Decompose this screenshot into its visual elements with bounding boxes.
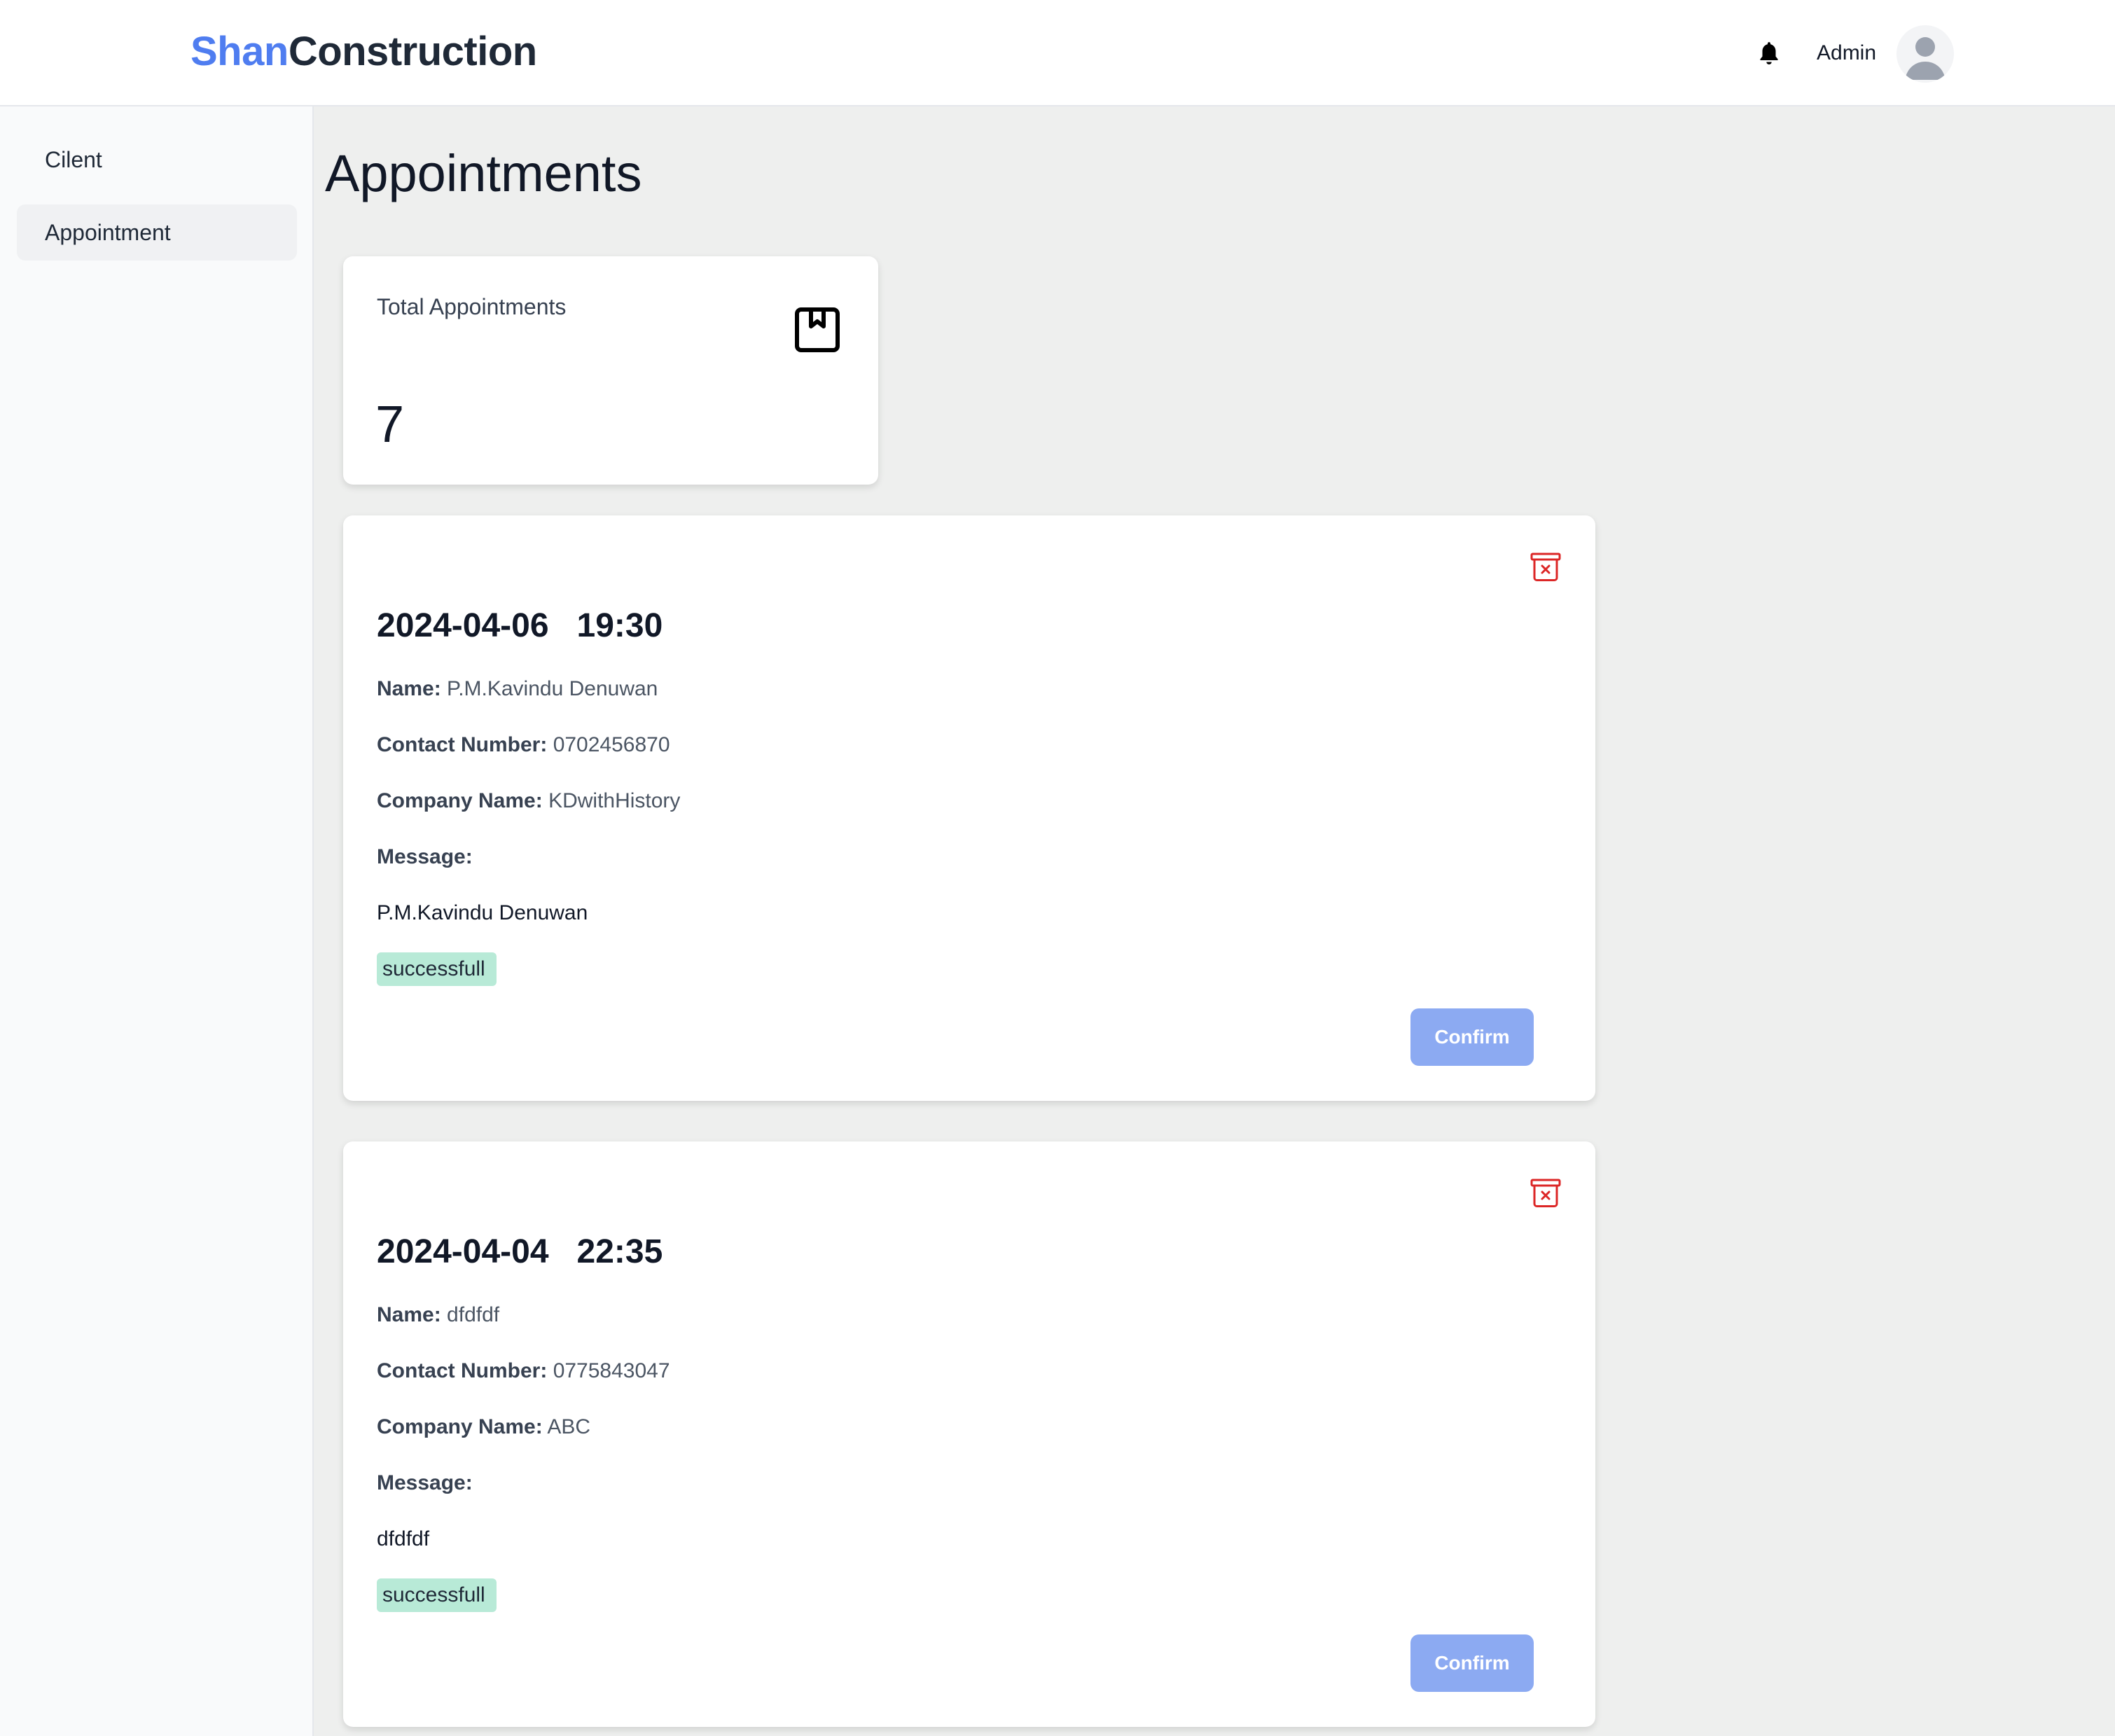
- appointment-name: Name: P.M.Kavindu Denuwan: [377, 672, 658, 706]
- appointment-contact: Contact Number: 0702456870: [377, 728, 670, 762]
- name-value: P.M.Kavindu Denuwan: [447, 677, 658, 700]
- bell-icon[interactable]: [1755, 39, 1783, 67]
- name-value: dfdfdf: [447, 1303, 500, 1326]
- company-label: Company Name:: [377, 1415, 543, 1438]
- company-label: Company Name:: [377, 789, 543, 812]
- sidebar: Cilent Appointment: [0, 106, 314, 1736]
- name-label: Name:: [377, 677, 441, 700]
- appointment-message-heading: Message:: [377, 840, 473, 874]
- user-avatar-icon[interactable]: [1896, 25, 1954, 83]
- company-value: ABC: [547, 1415, 591, 1438]
- status-badge: successfull: [377, 1578, 497, 1612]
- appointment-datetime: 2024-04-06 19:30: [377, 607, 663, 644]
- appointment-company: Company Name: KDwithHistory: [377, 784, 680, 818]
- status-badge: successfull: [377, 952, 497, 986]
- user-name-label[interactable]: Admin: [1817, 38, 1876, 69]
- contact-value: 0702456870: [553, 733, 670, 756]
- delete-icon[interactable]: [1528, 549, 1563, 584]
- brand-primary: Shan: [190, 29, 289, 74]
- message-label: Message:: [377, 1471, 473, 1494]
- appointment-name: Name: dfdfdf: [377, 1298, 499, 1332]
- sidebar-item-client[interactable]: Cilent: [17, 132, 297, 188]
- stat-label: Total Appointments: [377, 294, 567, 319]
- contact-label: Contact Number:: [377, 733, 548, 756]
- appointment-card: 2024-04-06 19:30 Name: P.M.Kavindu Denuw…: [343, 515, 1595, 1101]
- total-appointments-card: Total Appointments 7: [343, 256, 878, 485]
- appointment-company: Company Name: ABC: [377, 1410, 590, 1444]
- name-label: Name:: [377, 1303, 441, 1326]
- stat-value: 7: [375, 395, 405, 453]
- contact-value: 0775843047: [553, 1359, 670, 1382]
- company-value: KDwithHistory: [548, 789, 681, 812]
- contact-label: Contact Number:: [377, 1359, 548, 1382]
- top-navbar: ShanConstruction Admin: [0, 0, 2115, 106]
- bookmark-album-icon: [795, 307, 840, 352]
- delete-icon[interactable]: [1528, 1175, 1563, 1210]
- confirm-button[interactable]: Confirm: [1410, 1634, 1534, 1692]
- brand-secondary: Construction: [288, 29, 537, 74]
- sidebar-item-appointment[interactable]: Appointment: [17, 204, 297, 261]
- message-label: Message:: [377, 845, 473, 868]
- appointment-message: P.M.Kavindu Denuwan: [377, 901, 588, 924]
- appointment-message: dfdfdf: [377, 1527, 430, 1550]
- appointment-contact: Contact Number: 0775843047: [377, 1354, 670, 1388]
- appointment-card: 2024-04-04 22:35 Name: dfdfdf Contact Nu…: [343, 1141, 1595, 1727]
- brand-logo[interactable]: ShanConstruction: [190, 27, 537, 77]
- page-title: Appointments: [325, 144, 642, 202]
- appointment-datetime: 2024-04-04 22:35: [377, 1233, 663, 1270]
- appointment-message-heading: Message:: [377, 1466, 473, 1500]
- confirm-button[interactable]: Confirm: [1410, 1008, 1534, 1066]
